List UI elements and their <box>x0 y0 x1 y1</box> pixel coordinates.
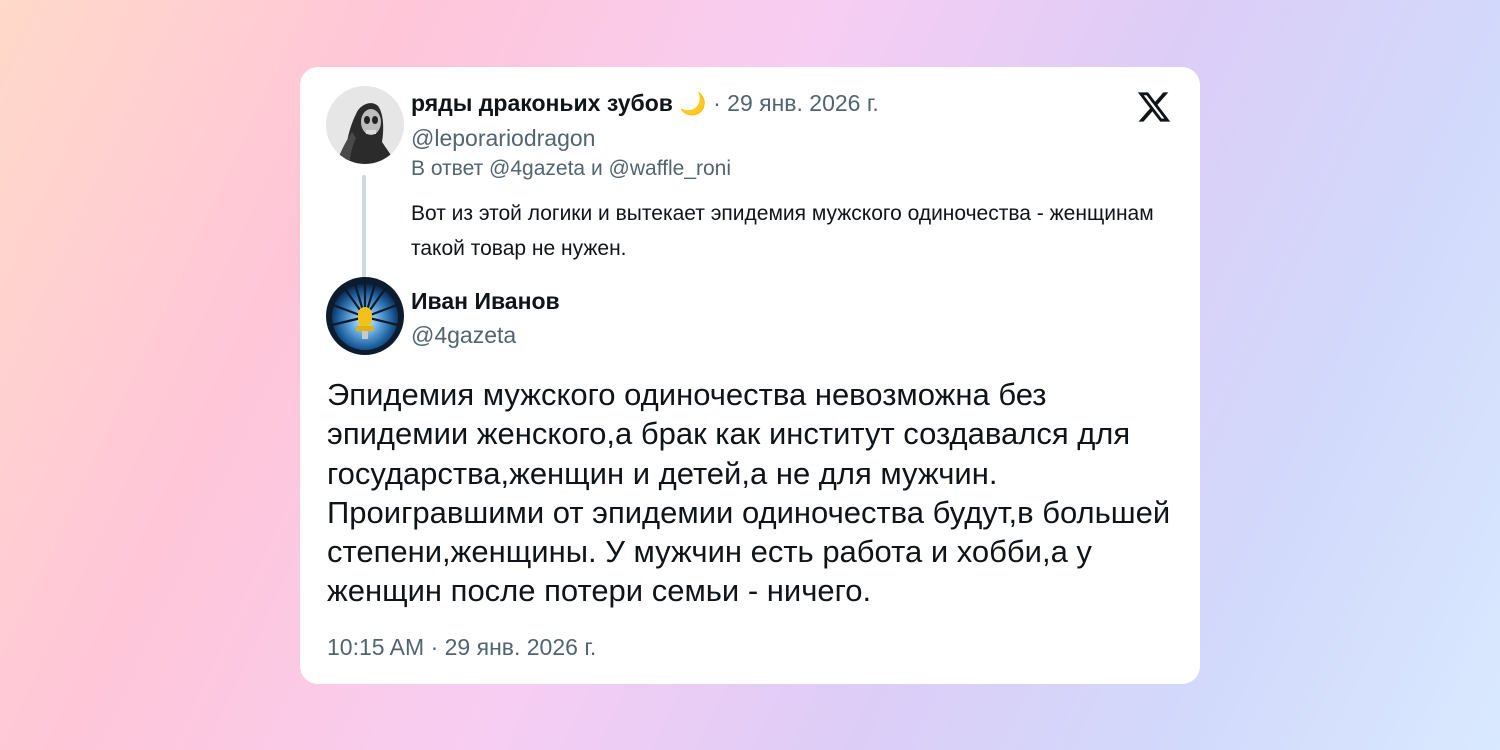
x-logo-icon[interactable] <box>1135 89 1173 125</box>
reply-to-user-link[interactable]: @waffle_roni <box>609 157 732 180</box>
parent-tweet-text: Вот из этой логики и вытекает эпидемия м… <box>411 202 1154 260</box>
main-avatar[interactable] <box>326 277 404 355</box>
main-date: 29 янв. 2026 г. <box>444 634 597 660</box>
main-handle[interactable]: @4gazeta <box>411 319 516 351</box>
main-display-name[interactable]: Иван Иванов <box>411 285 560 317</box>
reply-to-user-link[interactable]: @4gazeta <box>489 157 585 180</box>
main-timestamp[interactable]: 10:15 AM · 29 янв. 2026 г. <box>327 631 596 663</box>
parent-display-name[interactable]: ряды драконьих зубов <box>411 90 673 116</box>
parent-separator: · <box>713 90 721 116</box>
moon-icon: 🌙 <box>679 91 707 116</box>
main-time: 10:15 AM <box>327 634 425 660</box>
main-tweet-text: Эпидемия мужского одиночества невозможна… <box>327 377 1171 609</box>
reply-to-prefix: В ответ <box>411 157 484 180</box>
parent-handle[interactable]: @leporariodragon <box>411 122 595 154</box>
tweet-card: ряды драконьих зубов 🌙 · 29 янв. 2026 г.… <box>300 67 1200 684</box>
reply-to-conjunction: и <box>590 157 603 180</box>
parent-avatar[interactable] <box>326 86 404 164</box>
main-separator: · <box>430 634 439 660</box>
parent-header: ряды драконьих зубов 🌙 · 29 янв. 2026 г. <box>411 87 879 120</box>
reply-to-line: В ответ @4gazeta и @waffle_roni <box>411 154 731 184</box>
parent-date[interactable]: 29 янв. 2026 г. <box>727 90 879 116</box>
